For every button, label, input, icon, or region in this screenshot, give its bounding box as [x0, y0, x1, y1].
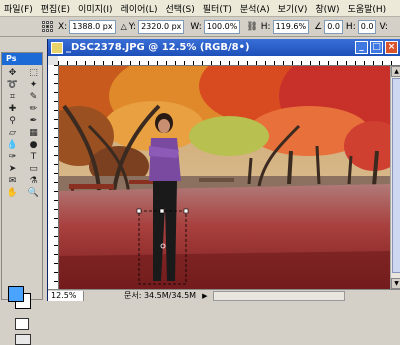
close-button[interactable]: ×: [385, 41, 398, 54]
rotate-icon: ∠: [314, 21, 323, 32]
eraser-tool-icon[interactable]: ▱: [3, 128, 22, 139]
marquee-tool-icon[interactable]: ⬚: [24, 68, 43, 79]
v-label: V:: [379, 21, 388, 32]
link-icon[interactable]: ⛓: [246, 22, 257, 32]
reference-point-icon[interactable]: [42, 20, 54, 33]
notes-tool-icon[interactable]: ✉: [3, 176, 22, 187]
document-icon: [51, 41, 63, 54]
pen-tool-icon[interactable]: ✑: [3, 152, 22, 163]
history-brush-tool-icon[interactable]: ✒: [24, 116, 43, 127]
move-tool-icon[interactable]: ✥: [3, 68, 22, 79]
relative-position-icon[interactable]: △: [121, 22, 127, 31]
rotate-field: 0.0: [324, 19, 343, 34]
menu-file[interactable]: 파일(F): [0, 2, 37, 15]
h-label: H:: [260, 21, 271, 32]
w-input[interactable]: 100.0%: [203, 19, 241, 34]
options-bar: X: 1388.0 px △ Y: 2320.0 px W: 100.0% ⛓ …: [0, 17, 400, 37]
horizontal-scrollbar[interactable]: [213, 291, 346, 301]
gradient-tool-icon[interactable]: ▦: [24, 128, 43, 139]
lasso-tool-icon[interactable]: ➰: [3, 80, 22, 91]
tools-header: Ps: [2, 53, 42, 65]
eyedropper-tool-icon[interactable]: ⚗: [24, 176, 43, 187]
scroll-up-icon[interactable]: ▲: [391, 66, 400, 77]
h-skew-label: H:: [345, 21, 356, 32]
slice-tool-icon[interactable]: ✎: [24, 92, 43, 103]
document-title-bar[interactable]: _DSC2378.JPG @ 12.5% (RGB/8•) _ □ ×: [48, 39, 400, 56]
path-selection-tool-icon[interactable]: ➤: [3, 164, 22, 175]
w-field: W: 100.0%: [190, 19, 241, 34]
h-skew-input[interactable]: 0.0: [357, 19, 377, 34]
scroll-thumb[interactable]: [392, 78, 400, 273]
menu-bar: 파일(F) 편집(E) 이미지(I) 레이어(L) 선택(S) 필터(T) 분석…: [0, 0, 400, 17]
dodge-tool-icon[interactable]: ●: [24, 140, 43, 151]
quick-mask-icon[interactable]: [15, 318, 29, 330]
zoom-tool-icon[interactable]: 🔍: [24, 188, 43, 199]
x-label: X:: [58, 21, 68, 32]
scroll-down-icon[interactable]: ▼: [391, 278, 400, 289]
menu-view[interactable]: 보기(V): [274, 2, 312, 15]
horizontal-ruler[interactable]: [58, 56, 400, 66]
v-field: V:: [379, 22, 389, 32]
menu-help[interactable]: 도움말(H): [344, 2, 391, 15]
menu-image[interactable]: 이미지(I): [74, 2, 117, 15]
clone-stamp-tool-icon[interactable]: ⚲: [3, 116, 22, 127]
magic-wand-tool-icon[interactable]: ✦: [24, 80, 43, 91]
minimize-button[interactable]: _: [355, 41, 368, 54]
menu-select[interactable]: 선택(S): [161, 2, 198, 15]
healing-brush-tool-icon[interactable]: ✚: [3, 104, 22, 115]
w-label: W:: [190, 21, 202, 32]
maximize-button[interactable]: □: [370, 41, 383, 54]
canvas-photo[interactable]: [59, 66, 390, 289]
h-field: H: 119.6%: [260, 19, 310, 34]
menu-filter[interactable]: 필터(T): [199, 2, 236, 15]
x-field: X: 1388.0 px: [58, 19, 116, 34]
x-input[interactable]: 1388.0 px: [69, 19, 116, 34]
menu-layer[interactable]: 레이어(L): [117, 2, 162, 15]
status-bar: 12.5% 문서: 34.5M/34.5M ▶: [48, 289, 400, 302]
document-size: 문서: 34.5M/34.5M: [124, 291, 197, 300]
menu-analysis[interactable]: 분석(A): [236, 2, 274, 15]
blur-tool-icon[interactable]: 💧: [3, 140, 22, 151]
menu-window[interactable]: 창(W): [311, 2, 343, 15]
zoom-level[interactable]: 12.5%: [48, 291, 84, 301]
menu-edit[interactable]: 편집(E): [37, 2, 74, 15]
brush-tool-icon[interactable]: ✏: [24, 104, 43, 115]
rotate-input[interactable]: 0.0: [324, 19, 343, 34]
y-label: Y:: [128, 21, 137, 32]
y-field: Y: 2320.0 px: [128, 19, 185, 34]
h-input[interactable]: 119.6%: [272, 19, 310, 34]
document-title: _DSC2378.JPG @ 12.5% (RGB/8•): [66, 42, 250, 53]
tools-panel: Ps ✥ ⬚ ➰ ✦ ⌗ ✎ ✚ ✏ ⚲ ✒ ▱ ▦ 💧 ● ✑ T ➤ ▭ ✉…: [1, 52, 43, 345]
type-tool-icon[interactable]: T: [24, 152, 43, 163]
y-input[interactable]: 2320.0 px: [138, 19, 185, 34]
h-skew-field: H: 0.0: [345, 19, 377, 34]
crop-tool-icon[interactable]: ⌗: [3, 92, 22, 103]
vertical-ruler[interactable]: [48, 65, 59, 289]
hand-tool-icon[interactable]: ✋: [3, 188, 22, 199]
shape-tool-icon[interactable]: ▭: [24, 164, 43, 175]
screen-mode-icon[interactable]: [15, 334, 31, 345]
vertical-scrollbar[interactable]: ▲ ▼: [390, 66, 400, 289]
document-window: _DSC2378.JPG @ 12.5% (RGB/8•) _ □ × ▲ ▼ …: [47, 39, 400, 302]
foreground-color-swatch[interactable]: [8, 286, 24, 302]
status-menu-icon[interactable]: ▶: [202, 292, 207, 300]
